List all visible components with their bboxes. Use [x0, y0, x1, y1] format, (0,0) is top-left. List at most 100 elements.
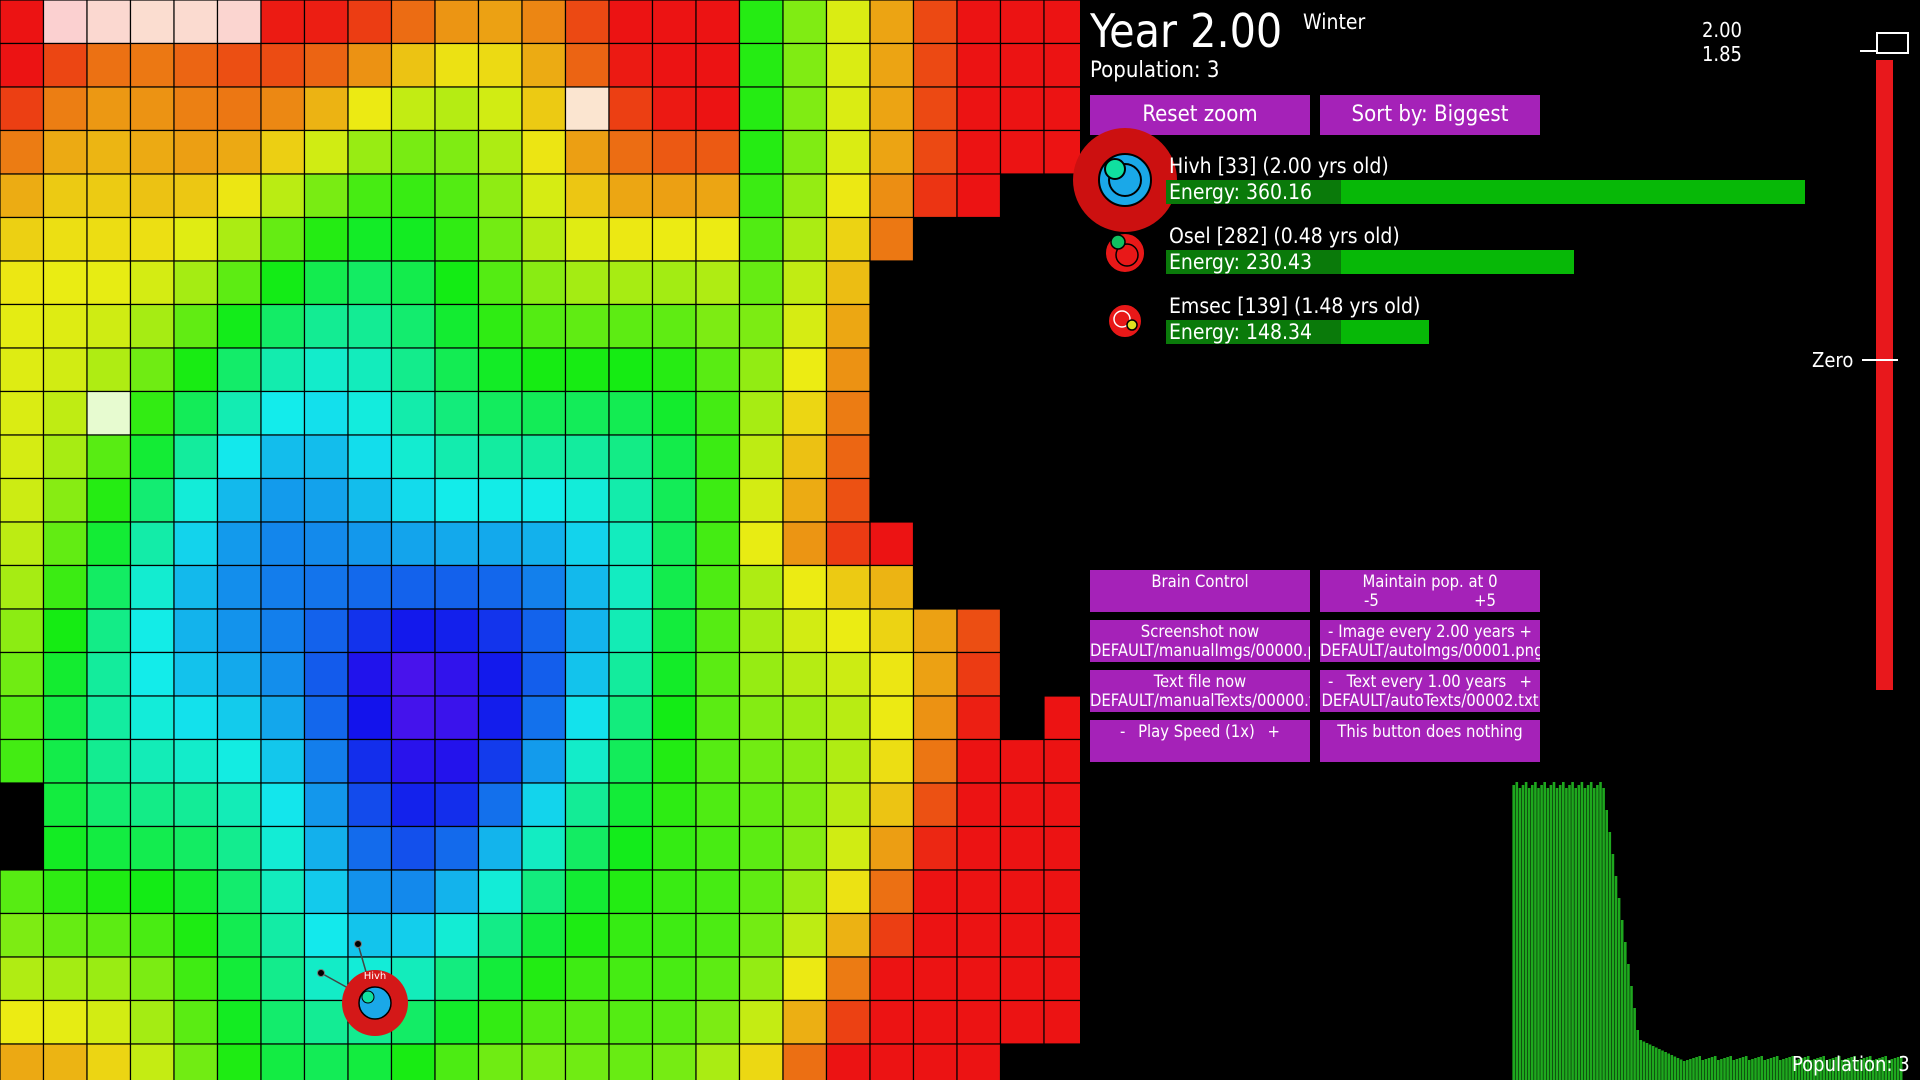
creature-emsec-icon[interactable]: [1102, 298, 1148, 344]
histogram-bar: [1701, 1060, 1705, 1080]
map-tile: [912, 0, 958, 45]
map-tile: [564, 608, 610, 654]
world-map[interactable]: Hivh: [0, 0, 1080, 1080]
map-tile: [86, 825, 132, 871]
map-tile: [564, 999, 610, 1045]
map-tile: [173, 42, 219, 88]
maintain-pop-button[interactable]: Maintain pop. at 0 -5 +5: [1320, 570, 1540, 612]
map-tile: [521, 477, 567, 523]
map-tile: [869, 651, 915, 697]
creature-hivh-icon[interactable]: [1070, 128, 1180, 232]
map-tile: [173, 608, 219, 654]
map-tile: [173, 303, 219, 349]
time-slider-bar[interactable]: [1876, 60, 1893, 690]
map-tile: [956, 825, 1002, 871]
map-tile: [260, 695, 306, 741]
text-every-minus[interactable]: -: [1328, 672, 1333, 691]
map-tile: [347, 260, 393, 306]
histogram-bar: [1686, 1060, 1689, 1080]
map-tile: [608, 434, 654, 480]
creature-name-emsec[interactable]: Emsec [139] (1.48 yrs old): [1169, 294, 1420, 318]
map-tile: [912, 738, 958, 784]
brain-control-button[interactable]: Brain Control: [1090, 570, 1310, 612]
map-tile: [173, 869, 219, 915]
map-tile: [303, 0, 349, 45]
map-tile: [695, 999, 741, 1045]
histogram-bar: [1695, 1057, 1698, 1080]
map-tile: [695, 956, 741, 1002]
map-tile: [738, 999, 784, 1045]
map-tile: [782, 260, 828, 306]
image-every-minus[interactable]: -: [1328, 622, 1333, 641]
map-tile: [173, 956, 219, 1002]
map-tile: [0, 999, 45, 1045]
map-tile: [564, 477, 610, 523]
map-tile: [260, 0, 306, 45]
map-tile: [912, 129, 958, 175]
map-tile: [999, 912, 1045, 958]
brain-control-label: Brain Control: [1151, 572, 1249, 591]
map-tile: [564, 912, 610, 958]
sort-by-button[interactable]: Sort by: Biggest: [1320, 95, 1540, 135]
map-tile: [347, 173, 393, 219]
histogram-bar: [1658, 1049, 1661, 1080]
map-tile: [303, 695, 349, 741]
map-tile: [1043, 0, 1080, 45]
histogram-bar: [1760, 1056, 1763, 1080]
text-every-button[interactable]: - Text every 1.00 years + DEFAULT/autoTe…: [1320, 670, 1540, 712]
map-tile: [86, 260, 132, 306]
slider-handle-inner: [1893, 34, 1905, 52]
map-tile: [564, 260, 610, 306]
play-speed-minus[interactable]: -: [1120, 722, 1125, 741]
histogram-bar: [1667, 1053, 1670, 1080]
histogram-bar: [1639, 1040, 1643, 1080]
map-tile: [42, 42, 88, 88]
image-every-plus[interactable]: +: [1520, 622, 1532, 641]
histogram-bar: [1729, 1056, 1732, 1080]
play-speed-button[interactable]: - Play Speed (1x) +: [1090, 720, 1310, 762]
histogram-bar: [1596, 785, 1599, 1080]
creature-osel-icon[interactable]: [1100, 228, 1150, 278]
map-tile: [260, 260, 306, 306]
map-tile: [825, 521, 871, 567]
histogram-bar: [1555, 788, 1559, 1080]
nothing-button[interactable]: This button does nothing: [1320, 720, 1540, 762]
text-file-now-button[interactable]: Text file now DEFAULT/manualTexts/00000.…: [1090, 670, 1310, 712]
map-tile: [912, 999, 958, 1045]
histogram-bar: [1720, 1059, 1723, 1080]
maintain-pop-minus[interactable]: -5: [1364, 591, 1379, 610]
map-tile: [434, 216, 480, 262]
map-tile: [956, 999, 1002, 1045]
map-tile: [347, 738, 393, 784]
map-tile: [260, 477, 306, 523]
map-tile: [869, 956, 915, 1002]
image-every-button[interactable]: - Image every 2.00 years + DEFAULT/autoI…: [1320, 620, 1540, 662]
map-tile: [42, 564, 88, 610]
play-speed-plus[interactable]: +: [1268, 722, 1280, 741]
map-tile: [782, 869, 828, 915]
screenshot-now-button[interactable]: Screenshot now DEFAULT/manualImgs/00000.…: [1090, 620, 1310, 662]
map-tile: [651, 216, 697, 262]
map-tile: [434, 86, 480, 132]
histogram-bar: [1642, 1041, 1646, 1080]
map-tile: [912, 608, 958, 654]
map-tile: [86, 129, 132, 175]
map-tile: [173, 695, 219, 741]
map-tile: [869, 912, 915, 958]
map-tile: [86, 869, 132, 915]
map-tile: [521, 260, 567, 306]
map-tile: [608, 825, 654, 871]
map-tile: [173, 260, 219, 306]
map-tile: [477, 782, 523, 828]
map-tile: [782, 956, 828, 1002]
creature-name-osel[interactable]: Osel [282] (0.48 yrs old): [1169, 224, 1400, 248]
text-every-plus[interactable]: +: [1520, 672, 1532, 691]
map-tile: [303, 42, 349, 88]
maintain-pop-plus[interactable]: +5: [1474, 591, 1496, 610]
map-tile: [738, 521, 784, 567]
histogram-bar: [1735, 1059, 1739, 1080]
map-tile: [521, 564, 567, 610]
map-tile: [651, 260, 697, 306]
map-tile: [651, 173, 697, 219]
creature-name-hivh[interactable]: Hivh [33] (2.00 yrs old): [1169, 154, 1389, 178]
